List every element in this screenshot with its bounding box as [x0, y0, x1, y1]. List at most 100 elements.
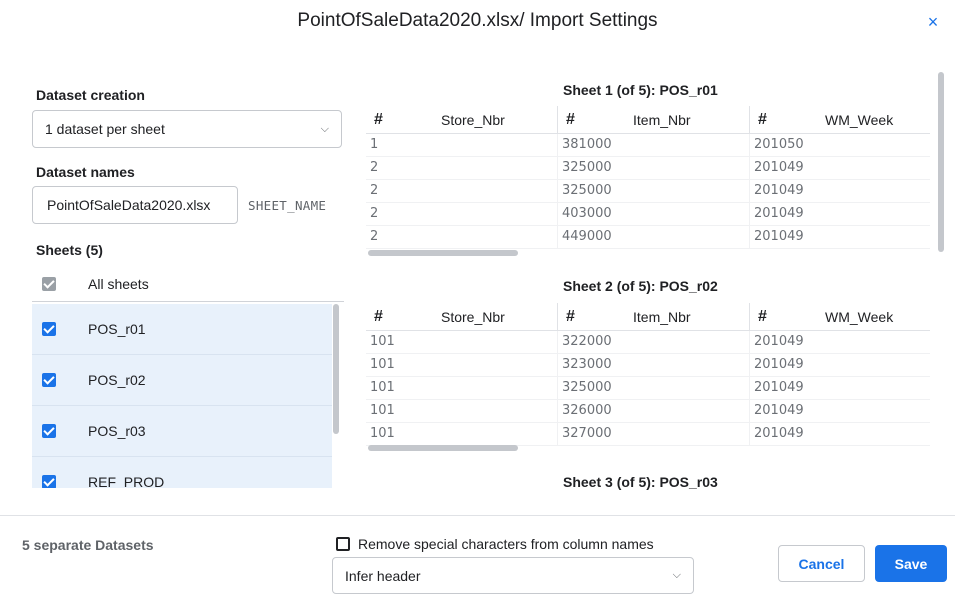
table-row: 101 326000 201049 [366, 400, 930, 423]
sheet-checkbox[interactable] [42, 373, 56, 387]
sheet-item[interactable]: POS_r02 [32, 355, 332, 406]
number-type-icon: # [566, 307, 575, 325]
table-row: 1 381000 201050 [366, 134, 930, 157]
table-cell: 327000 [558, 423, 750, 445]
table-cell: 201050 [754, 137, 804, 152]
sheets-label: Sheets (5) [36, 242, 103, 258]
table-cell: 2 [366, 180, 558, 202]
sheet-item-label: POS_r03 [88, 423, 146, 439]
dataset-names-label: Dataset names [36, 164, 135, 180]
sheet-name-suffix: SHEET_NAME [248, 198, 327, 213]
sheet-item[interactable]: POS_r01 [32, 304, 332, 355]
all-sheets-label: All sheets [88, 275, 149, 292]
table-row: 2 325000 201049 [366, 157, 930, 180]
column-name: WM_Week [825, 111, 894, 128]
footer-divider [0, 515, 955, 516]
table-cell: 2 [366, 203, 558, 225]
remove-special-chars-label: Remove special characters from column na… [358, 536, 654, 552]
all-sheets-checkbox[interactable] [42, 276, 56, 291]
table-cell: 201049 [754, 229, 804, 244]
header-mode-value: Infer header [345, 567, 421, 584]
sheets-list-scrollbar[interactable] [333, 304, 339, 434]
table-cell: 381000 [558, 134, 750, 156]
table-header: # Store_Nbr # Item_Nbr # WM_Week [366, 106, 930, 134]
table-cell: 101 [366, 354, 558, 376]
table-cell: 201049 [754, 403, 804, 418]
table-row: 101 322000 201049 [366, 331, 930, 354]
dialog-title: PointOfSaleData2020.xlsx/ Import Setting… [297, 10, 658, 31]
chevron-down-icon: ⌵ [320, 122, 329, 135]
table-row: 101 327000 201049 [366, 423, 930, 446]
table-row: 2 403000 201049 [366, 203, 930, 226]
table-cell: 101 [366, 377, 558, 399]
column-header[interactable]: # Store_Nbr [366, 303, 558, 330]
table-row: 101 325000 201049 [366, 377, 930, 400]
sheet-preview-table: # Store_Nbr # Item_Nbr # WM_Week 1 381000 201… [366, 106, 930, 249]
column-header[interactable]: # Item_Nbr [558, 106, 750, 133]
table-cell: 323000 [558, 354, 750, 376]
dataset-creation-label: Dataset creation [36, 87, 145, 103]
column-name: Store_Nbr [441, 111, 505, 128]
chevron-down-icon: ⌵ [672, 569, 681, 581]
table-cell: 326000 [558, 400, 750, 422]
sheet-preview-title: Sheet 3 (of 5): POS_r03 [563, 474, 718, 490]
column-name: Store_Nbr [441, 308, 505, 325]
table-row: 101 323000 201049 [366, 354, 930, 377]
table-row: 2 449000 201049 [366, 226, 930, 249]
sheet-preview-title: Sheet 1 (of 5): POS_r01 [563, 82, 718, 98]
dataset-count: 5 separate Datasets [22, 537, 154, 553]
all-sheets-row[interactable]: All sheets [32, 266, 344, 302]
table-cell: 201049 [754, 334, 804, 349]
table-cell: 449000 [558, 226, 750, 248]
sheet-item[interactable]: POS_r03 [32, 406, 332, 457]
table-cell: 2 [366, 157, 558, 179]
table-cell: 201049 [754, 183, 804, 198]
sheet-checkbox[interactable] [42, 475, 56, 488]
table-cell: 403000 [558, 203, 750, 225]
remove-special-chars-checkbox[interactable] [336, 537, 350, 551]
table-cell: 201049 [754, 426, 804, 441]
table-row: 2 325000 201049 [366, 180, 930, 203]
save-button[interactable]: Save [875, 545, 947, 582]
sheet-item-label: REF_PROD [88, 474, 165, 488]
number-type-icon: # [374, 110, 383, 128]
table-cell: 201049 [754, 357, 804, 372]
dataset-creation-select[interactable]: 1 dataset per sheet ⌵ [32, 110, 342, 148]
column-header[interactable]: # Item_Nbr [558, 303, 750, 330]
table-cell: 325000 [558, 180, 750, 202]
number-type-icon: # [758, 110, 767, 128]
table-cell: 325000 [558, 157, 750, 179]
table-horizontal-scrollbar[interactable] [368, 250, 518, 256]
table-horizontal-scrollbar[interactable] [368, 445, 518, 451]
column-name: WM_Week [825, 308, 894, 325]
number-type-icon: # [374, 307, 383, 325]
sheet-checkbox[interactable] [42, 424, 56, 438]
table-cell: 201049 [754, 206, 804, 221]
close-icon[interactable]: × [923, 12, 943, 32]
preview-vertical-scrollbar[interactable] [938, 72, 944, 252]
table-cell: 201049 [754, 380, 804, 395]
dataset-name-input[interactable]: PointOfSaleData2020.xlsx [32, 186, 238, 224]
table-cell: 322000 [558, 331, 750, 353]
header-mode-select[interactable]: Infer header ⌵ [332, 557, 694, 594]
sheet-checkbox[interactable] [42, 322, 56, 336]
table-cell: 201049 [754, 160, 804, 175]
table-cell: 325000 [558, 377, 750, 399]
sheet-item-label: POS_r01 [88, 321, 146, 337]
cancel-button[interactable]: Cancel [778, 545, 865, 582]
dataset-creation-value: 1 dataset per sheet [45, 121, 165, 137]
column-header[interactable]: # WM_Week [750, 303, 930, 330]
sheets-list: POS_r01 POS_r02 POS_r03 REF_PROD [32, 304, 332, 488]
table-cell: 101 [366, 423, 558, 445]
number-type-icon: # [566, 110, 575, 128]
sheet-preview-table: # Store_Nbr # Item_Nbr # WM_Week 101 322000 2… [366, 303, 930, 446]
table-cell: 101 [366, 400, 558, 422]
sheet-preview-title: Sheet 2 (of 5): POS_r02 [563, 278, 718, 294]
column-name: Item_Nbr [633, 111, 691, 128]
column-header[interactable]: # WM_Week [750, 106, 930, 133]
remove-special-chars-option[interactable]: Remove special characters from column na… [336, 536, 654, 552]
sheet-item[interactable]: REF_PROD [32, 457, 332, 488]
column-header[interactable]: # Store_Nbr [366, 106, 558, 133]
table-cell: 101 [366, 331, 558, 353]
number-type-icon: # [758, 307, 767, 325]
